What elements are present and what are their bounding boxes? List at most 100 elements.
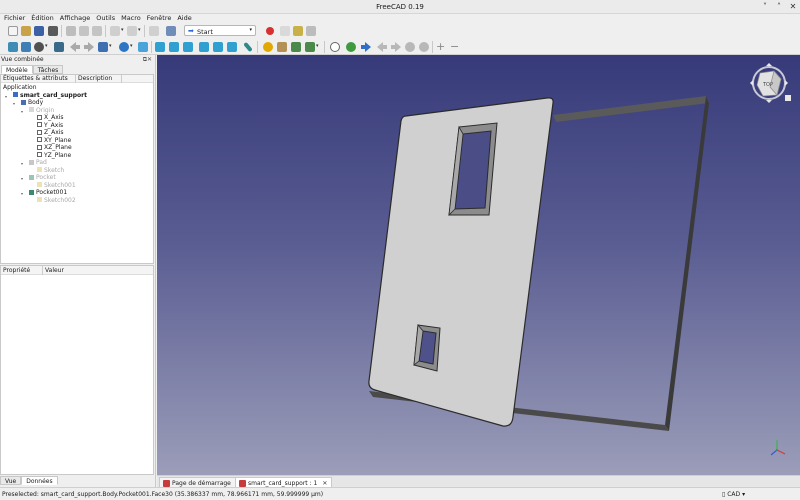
tab-taches[interactable]: Tâches: [32, 65, 64, 74]
bounding-box-icon[interactable]: [54, 42, 64, 52]
fit-selection-icon[interactable]: [21, 42, 31, 52]
3d-viewport[interactable]: TOP: [157, 55, 800, 475]
tree-item[interactable]: ▾ Pocket: [1, 174, 153, 182]
tab-modele[interactable]: Modèle: [1, 65, 33, 74]
tree-item[interactable]: Sketch: [1, 167, 153, 175]
fit-all-icon[interactable]: [8, 42, 18, 52]
front-view-icon[interactable]: [155, 42, 165, 52]
open-file-icon[interactable]: [21, 26, 31, 36]
panel-float-close-icon[interactable]: ⧉✕: [143, 56, 152, 64]
tree-item[interactable]: ▾ smart_card_support: [1, 92, 153, 100]
redo-dropdown-icon[interactable]: ▾: [138, 27, 141, 33]
tree-item[interactable]: XY_Plane: [1, 137, 153, 145]
web-back-icon[interactable]: [377, 42, 387, 52]
bottom-view-icon[interactable]: [213, 42, 223, 52]
navcube-arrow-up-icon[interactable]: [766, 63, 772, 66]
tree-header-labels[interactable]: Étiquettes & attributs: [3, 75, 68, 82]
right-view-icon[interactable]: [183, 42, 193, 52]
chevron-down-icon: ▾: [249, 27, 252, 33]
macro-record-icon[interactable]: [266, 27, 274, 35]
document-icon: [13, 92, 18, 97]
web-refresh-icon[interactable]: [405, 42, 415, 52]
tab-donnees[interactable]: Données: [21, 476, 58, 485]
close-button[interactable]: ✕: [788, 2, 798, 12]
navcube-arrow-left-icon[interactable]: [750, 80, 753, 86]
property-header-value[interactable]: Valeur: [45, 267, 64, 274]
std-views-icon[interactable]: [98, 42, 108, 52]
paste-icon[interactable]: [92, 26, 102, 36]
tab-close-icon[interactable]: ✕: [322, 480, 327, 487]
tree-item[interactable]: Y_Axis: [1, 122, 153, 130]
menu-fenetre[interactable]: Fenêtre: [145, 14, 174, 23]
tree-item[interactable]: ▾ Origin: [1, 107, 153, 115]
tree-item[interactable]: XZ_Plane: [1, 144, 153, 152]
draw-style-icon[interactable]: [34, 42, 44, 52]
whats-this-icon[interactable]: [166, 26, 176, 36]
tree-item[interactable]: ▾ Body: [1, 99, 153, 107]
cut-icon[interactable]: [66, 26, 76, 36]
part-icon[interactable]: [263, 42, 273, 52]
navigation-style-selector[interactable]: ▯ CAD ▾: [722, 491, 745, 498]
tree-item[interactable]: ▾ Pocket001: [1, 189, 153, 197]
isometric-view-icon[interactable]: [138, 42, 148, 52]
chevron-down-icon: ▾: [742, 491, 746, 498]
tree-item[interactable]: ▾ Pad: [1, 159, 153, 167]
workbench-selector[interactable]: ➡ Start ▾: [184, 25, 256, 36]
navcube-menu-icon[interactable]: [785, 95, 791, 101]
copy-icon[interactable]: [79, 26, 89, 36]
tree-item[interactable]: Z_Axis: [1, 129, 153, 137]
zoom-in-icon[interactable]: +: [436, 40, 445, 53]
navigation-cube[interactable]: TOP: [750, 63, 791, 103]
rear-view-icon[interactable]: [199, 42, 209, 52]
tree-item[interactable]: X_Axis: [1, 114, 153, 122]
print-icon[interactable]: [48, 26, 58, 36]
top-view-icon[interactable]: [169, 42, 179, 52]
tab-vue[interactable]: Vue: [0, 476, 22, 485]
link-actions-icon[interactable]: [305, 42, 315, 52]
freecad-icon: [239, 480, 246, 487]
maximize-button[interactable]: ˄: [774, 2, 784, 12]
menu-outils[interactable]: Outils: [94, 14, 117, 23]
redo-icon[interactable]: [127, 26, 137, 36]
tree-rows: Application ▾ smart_card_support ▾ Body ▾ Orig…: [1, 84, 153, 204]
menu-fichier[interactable]: Fichier: [2, 14, 27, 23]
macro-edit-icon[interactable]: [293, 26, 303, 36]
web-forward-icon[interactable]: [391, 42, 401, 52]
back-arrow-icon[interactable]: [70, 42, 80, 52]
refresh-icon[interactable]: [149, 26, 159, 36]
forward-arrow-icon[interactable]: [84, 42, 94, 52]
save-icon[interactable]: [34, 26, 44, 36]
tree-header-description[interactable]: Description: [78, 75, 112, 82]
macro-stop-icon[interactable]: [280, 26, 290, 36]
menu-edition[interactable]: Édition: [29, 14, 56, 23]
link-actions-dropdown-icon[interactable]: ▾: [316, 43, 319, 49]
web-home-icon[interactable]: [346, 42, 356, 52]
zoom-dropdown-icon[interactable]: ▾: [130, 43, 133, 49]
minimize-button[interactable]: ˅: [760, 2, 770, 12]
menu-aide[interactable]: Aide: [175, 14, 193, 23]
undo-dropdown-icon[interactable]: ▾: [121, 27, 124, 33]
menu-macro[interactable]: Macro: [119, 14, 143, 23]
tree-item[interactable]: YZ_Plane: [1, 152, 153, 160]
navcube-arrow-down-icon[interactable]: [766, 100, 772, 103]
zoom-icon[interactable]: [119, 42, 129, 52]
web-cancel-icon[interactable]: [419, 42, 429, 52]
property-header-name[interactable]: Propriété: [3, 267, 30, 274]
menu-affichage[interactable]: Affichage: [58, 14, 93, 23]
web-go-icon[interactable]: [361, 42, 371, 52]
link-icon[interactable]: [291, 42, 301, 52]
undo-icon[interactable]: [110, 26, 120, 36]
measure-distance-icon[interactable]: [243, 41, 253, 53]
tree-item[interactable]: Sketch001: [1, 182, 153, 190]
macro-run-icon[interactable]: [306, 26, 316, 36]
tree-item[interactable]: Sketch002: [1, 197, 153, 205]
std-views-dropdown-icon[interactable]: ▾: [109, 43, 112, 49]
new-file-icon[interactable]: [8, 26, 18, 36]
tree-item[interactable]: Application: [1, 84, 153, 92]
group-icon[interactable]: [277, 42, 287, 52]
web-stop-icon[interactable]: [330, 42, 340, 52]
left-view-icon[interactable]: [227, 42, 237, 52]
navcube-arrow-right-icon[interactable]: [785, 80, 788, 86]
draw-style-dropdown-icon[interactable]: ▾: [45, 43, 48, 49]
zoom-out-icon[interactable]: −: [450, 40, 459, 53]
